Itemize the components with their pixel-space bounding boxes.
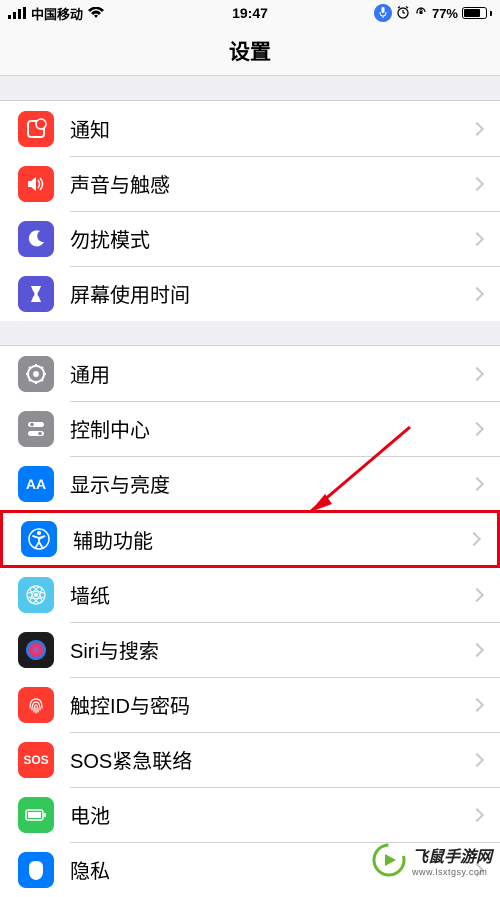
chevron-icon [470,121,484,135]
wallpaper-icon [18,577,54,613]
alarm-icon [396,5,410,22]
row-general[interactable]: 通用 [0,346,500,401]
carrier-label: 中国移动 [31,4,83,23]
chevron-icon [470,642,484,656]
battery-row-icon [18,797,54,833]
battery-icon [462,7,492,19]
notifications-icon [18,111,54,147]
watermark: 飞鼠手游网 www.lsxtgsy.com [364,839,500,881]
accessibility-icon [21,521,57,557]
sounds-icon [18,166,54,202]
row-sos[interactable]: SOS SOS紧急联络 [0,732,500,787]
battery-percentage: 77% [432,6,458,21]
signal-icon [8,7,26,19]
row-label: 显示与亮度 [70,469,472,498]
row-label: 通用 [70,359,472,388]
row-label: 墙纸 [70,580,472,609]
wifi-icon [88,7,104,19]
row-battery[interactable]: 电池 [0,787,500,842]
chevron-icon [470,697,484,711]
row-display[interactable]: AA 显示与亮度 [0,456,500,511]
privacy-icon [18,852,54,888]
chevron-icon [470,366,484,380]
chevron-icon [470,752,484,766]
dnd-icon [18,221,54,257]
row-accessibility[interactable]: 辅助功能 [0,510,500,568]
chevron-icon [470,231,484,245]
settings-section-1: 通知 声音与触感 勿扰模式 屏幕使用时间 [0,100,500,321]
display-icon: AA [18,466,54,502]
screentime-icon [18,276,54,312]
control-center-icon [18,411,54,447]
row-sounds[interactable]: 声音与触感 [0,156,500,211]
row-label: 通知 [70,114,472,143]
row-label: 勿扰模式 [70,224,472,253]
page-title: 设置 [0,26,500,76]
row-label: 触控ID与密码 [70,690,472,719]
svg-text:AA: AA [26,476,46,492]
row-label: 辅助功能 [73,525,469,554]
row-dnd[interactable]: 勿扰模式 [0,211,500,266]
chevron-icon [467,532,481,546]
row-label: Siri与搜索 [70,635,472,664]
chevron-icon [470,286,484,300]
row-control-center[interactable]: 控制中心 [0,401,500,456]
general-icon [18,356,54,392]
voice-control-icon [374,4,392,22]
row-label: 控制中心 [70,414,472,443]
row-screentime[interactable]: 屏幕使用时间 [0,266,500,321]
siri-icon [18,632,54,668]
settings-section-2: 通用 控制中心 AA 显示与亮度 辅助功能 墙纸 Siri与搜索 [0,345,500,897]
row-label: 电池 [70,800,472,829]
chevron-icon [470,476,484,490]
row-label: 声音与触感 [70,169,472,198]
orientation-lock-icon [414,5,428,22]
status-time: 19:47 [232,5,268,21]
sos-icon: SOS [18,742,54,778]
row-label: SOS紧急联络 [70,745,472,774]
status-bar: 中国移动 19:47 77% [0,0,500,26]
row-notifications[interactable]: 通知 [0,101,500,156]
chevron-icon [470,421,484,435]
chevron-icon [470,176,484,190]
status-left: 中国移动 [8,4,104,23]
row-wallpaper[interactable]: 墙纸 [0,567,500,622]
watermark-url: www.lsxtgsy.com [412,867,492,877]
sos-icon-text: SOS [23,753,48,767]
page-title-text: 设置 [229,36,271,66]
chevron-icon [470,587,484,601]
row-touchid[interactable]: 触控ID与密码 [0,677,500,732]
row-label: 屏幕使用时间 [70,279,472,308]
row-siri[interactable]: Siri与搜索 [0,622,500,677]
status-right: 77% [374,4,492,22]
watermark-logo-icon [372,843,406,877]
chevron-icon [470,807,484,821]
touchid-icon [18,687,54,723]
watermark-brand: 飞鼠手游网 [412,843,492,867]
